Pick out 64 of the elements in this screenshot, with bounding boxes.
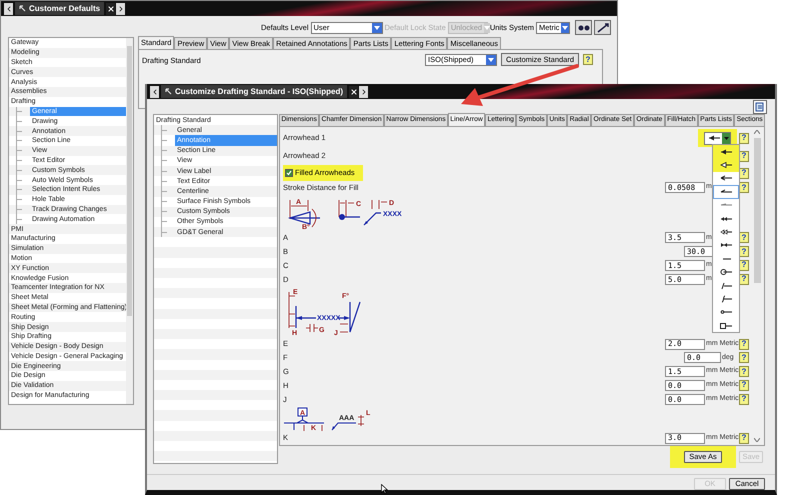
forward-button[interactable] <box>116 2 126 14</box>
help-button[interactable]: ? <box>739 246 749 258</box>
arrowhead-option[interactable] <box>713 145 739 158</box>
help-button[interactable]: ? <box>739 380 749 391</box>
arrowhead-icon <box>719 322 733 330</box>
arrowhead-icon <box>719 308 733 316</box>
leader-drawing <box>332 414 364 430</box>
help-button[interactable]: ? <box>739 232 749 244</box>
caret-icon <box>562 26 568 30</box>
arrowhead-icon <box>719 161 733 170</box>
scrollbar[interactable] <box>752 130 762 442</box>
window-icon <box>19 5 26 12</box>
help-button[interactable]: ? <box>739 150 749 162</box>
help-button[interactable]: ? <box>739 394 749 405</box>
caret-icon <box>374 26 380 30</box>
arrowhead-icon <box>706 134 720 142</box>
scrollbar[interactable] <box>126 38 133 404</box>
back-button[interactable] <box>4 2 13 14</box>
close-button[interactable] <box>106 2 116 14</box>
close-icon <box>106 4 115 12</box>
help-button[interactable]: ? <box>739 338 749 350</box>
caret-icon <box>488 58 494 62</box>
close-icon <box>350 88 358 96</box>
forward-button[interactable] <box>359 86 368 98</box>
arrowhead-option[interactable] <box>713 158 739 172</box>
help-button[interactable]: ? <box>739 366 749 378</box>
arrowhead-icon <box>719 282 733 290</box>
datum-feature-drawing <box>284 407 324 431</box>
arrowhead-option[interactable] <box>713 185 739 199</box>
back-button[interactable] <box>150 86 159 98</box>
check-icon <box>286 170 292 176</box>
pointer-icon <box>596 22 608 32</box>
document-icon <box>755 102 765 112</box>
help-button[interactable]: ? <box>739 132 749 144</box>
help-button[interactable]: ? <box>739 260 749 271</box>
close-button[interactable] <box>349 86 358 98</box>
toolbar-button[interactable] <box>575 20 592 35</box>
arrowhead-icon <box>719 214 733 223</box>
help-button[interactable]: ? <box>739 274 749 285</box>
window-title: Customize Drafting Standard - ISO(Shipped) <box>161 85 348 98</box>
arrowhead-dropdown[interactable] <box>704 132 731 144</box>
arrowhead-dimension-drawing <box>288 199 320 227</box>
glasses-icon <box>578 24 590 32</box>
toolbar-button[interactable] <box>594 20 611 35</box>
help-button[interactable]: ? <box>739 352 749 364</box>
dot-terminator-drawing <box>338 199 360 220</box>
arrowhead-icon <box>719 294 733 303</box>
arrowhead-icon <box>719 174 733 182</box>
window-icon <box>165 88 172 95</box>
help-button[interactable]: ? <box>739 168 749 178</box>
arrowhead-icon <box>719 228 733 236</box>
scroll-down-icon[interactable] <box>754 438 760 442</box>
scroll-up-icon[interactable] <box>754 130 760 134</box>
settings-file-button[interactable] <box>753 100 767 114</box>
help-button[interactable]: ? <box>739 182 749 193</box>
arrowhead-icon <box>719 241 733 250</box>
help-button[interactable]: ? <box>583 54 593 65</box>
cursor-icon <box>381 484 388 494</box>
caret-icon <box>484 26 490 30</box>
caret-icon <box>724 136 728 140</box>
help-button[interactable]: ? <box>739 432 749 444</box>
window-title: Customer Defaults <box>15 2 104 15</box>
arrowhead-icon <box>719 148 733 156</box>
arrowhead-icon <box>719 268 733 276</box>
